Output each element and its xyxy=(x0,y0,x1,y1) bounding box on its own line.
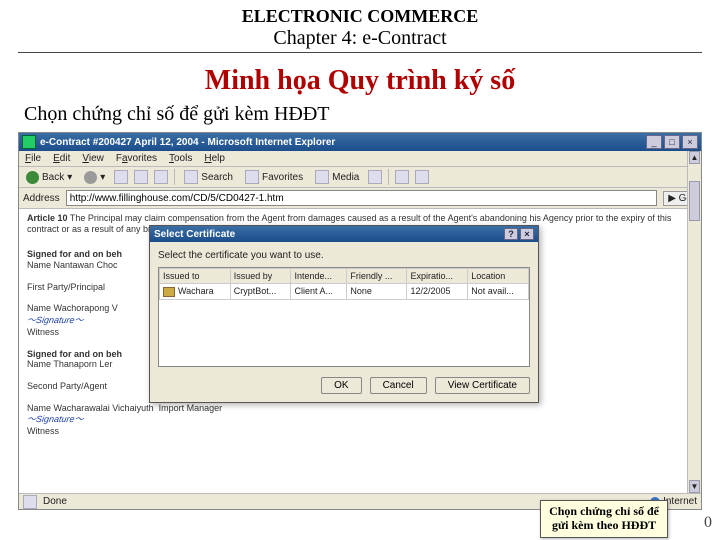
col-expiry[interactable]: Expiratio... xyxy=(407,269,468,284)
header-course: ELECTRONIC COMMERCE xyxy=(0,6,720,27)
forward-button[interactable]: ▾ xyxy=(81,170,108,185)
window-titlebar[interactable]: e-Contract #200427 April 12, 2004 - Micr… xyxy=(19,133,701,151)
cell-issued-to: Wachara xyxy=(160,284,231,300)
media-icon xyxy=(315,170,329,184)
role4: Import Manager xyxy=(159,403,223,413)
col-issued-by[interactable]: Issued by xyxy=(230,269,291,284)
header-chapter: Chapter 4: e-Contract xyxy=(18,27,702,53)
menu-favorites[interactable]: Favorites xyxy=(116,153,157,164)
certificate-list[interactable]: Issued to Issued by Intende... Friendly … xyxy=(158,267,530,367)
refresh-icon[interactable] xyxy=(134,170,148,184)
cell-intended: Client A... xyxy=(291,284,347,300)
signature-1: ～Signature～ xyxy=(26,315,84,326)
dialog-title: Select Certificate xyxy=(154,229,504,240)
chevron-down-icon: ▾ xyxy=(100,172,105,183)
scroll-thumb[interactable] xyxy=(689,181,700,221)
cell-issued-by: CryptBot... xyxy=(230,284,291,300)
cell-expiry: 12/2/2005 xyxy=(407,284,468,300)
callout-line1: Chọn chứng chỉ số để xyxy=(549,505,659,519)
status-text: Done xyxy=(43,496,67,507)
cell-location: Not avail... xyxy=(468,284,529,300)
home-icon[interactable] xyxy=(154,170,168,184)
stop-icon[interactable] xyxy=(114,170,128,184)
cert-table-header[interactable]: Issued to Issued by Intende... Friendly … xyxy=(160,269,529,284)
media-button[interactable]: Media xyxy=(312,169,362,185)
mail-icon[interactable] xyxy=(395,170,409,184)
back-button[interactable]: Back ▾ xyxy=(23,170,75,185)
ie-icon xyxy=(22,135,36,149)
slide-page-number: 0 xyxy=(704,514,712,532)
menu-help[interactable]: Help xyxy=(204,153,225,164)
window-title: e-Contract #200427 April 12, 2004 - Micr… xyxy=(40,137,646,148)
col-friendly[interactable]: Friendly ... xyxy=(347,269,407,284)
address-bar: Address ▶ Go xyxy=(19,188,701,209)
print-icon[interactable] xyxy=(415,170,429,184)
scroll-down-arrow[interactable]: ▼ xyxy=(689,480,700,493)
col-issued-to[interactable]: Issued to xyxy=(160,269,231,284)
vertical-scrollbar[interactable]: ▲ ▼ xyxy=(687,151,701,493)
slide-header: ELECTRONIC COMMERCE Chapter 4: e-Contrac… xyxy=(0,0,720,55)
callout-line2: gửi kèm theo HĐĐT xyxy=(549,519,659,533)
cancel-button[interactable]: Cancel xyxy=(370,377,427,394)
menu-bar: FFileile Edit View Favorites Tools Help xyxy=(19,151,701,167)
scroll-up-arrow[interactable]: ▲ xyxy=(689,151,700,164)
slide-subtitle: Chọn chứng chỉ số để gửi kèm HĐĐT xyxy=(24,103,696,126)
search-button[interactable]: Search xyxy=(181,169,236,185)
ie-window: e-Contract #200427 April 12, 2004 - Micr… xyxy=(18,132,702,510)
toolbar: Back ▾ ▾ Search Favorites Media xyxy=(19,167,701,188)
cert-row[interactable]: Wachara CryptBot... Client A... None 12/… xyxy=(160,284,529,300)
address-input[interactable] xyxy=(66,190,658,206)
close-button[interactable]: × xyxy=(682,135,698,149)
slide-title: Minh họa Quy trình ký số xyxy=(0,65,720,97)
menu-view[interactable]: View xyxy=(82,153,104,164)
name4-label: Name xyxy=(27,403,51,413)
history-icon[interactable] xyxy=(368,170,382,184)
view-certificate-button[interactable]: View Certificate xyxy=(435,377,530,394)
chevron-down-icon: ▾ xyxy=(67,172,72,183)
minimize-button[interactable]: _ xyxy=(646,135,662,149)
name2-value: Wachorapong V xyxy=(54,303,118,313)
signature-2: ～Signature～ xyxy=(26,414,84,425)
menu-file[interactable]: FFileile xyxy=(25,153,41,164)
ok-button[interactable]: OK xyxy=(321,377,361,394)
dialog-close-button[interactable]: × xyxy=(520,228,534,240)
maximize-button[interactable]: □ xyxy=(664,135,680,149)
cell-friendly: None xyxy=(347,284,407,300)
article-label: Article 10 xyxy=(27,213,68,223)
favorites-button[interactable]: Favorites xyxy=(242,169,306,185)
page-icon xyxy=(23,495,37,509)
menu-edit[interactable]: Edit xyxy=(53,153,70,164)
search-icon xyxy=(184,170,198,184)
dialog-prompt: Select the certificate you want to use. xyxy=(158,250,530,261)
col-intended[interactable]: Intende... xyxy=(291,269,347,284)
menu-tools[interactable]: Tools xyxy=(169,153,192,164)
address-label: Address xyxy=(23,193,60,204)
name2-label: Name xyxy=(27,303,51,313)
dialog-help-button[interactable]: ? xyxy=(504,228,518,240)
dialog-titlebar[interactable]: Select Certificate ? × xyxy=(150,226,538,242)
witness-label-2: Witness xyxy=(27,426,693,437)
star-icon xyxy=(245,170,259,184)
annotation-callout: Chọn chứng chỉ số để gửi kèm theo HĐĐT xyxy=(540,500,668,538)
name4-value: Wacharawalai Vichaiyuth xyxy=(54,403,154,413)
col-location[interactable]: Location xyxy=(468,269,529,284)
select-certificate-dialog: Select Certificate ? × Select the certif… xyxy=(149,225,539,403)
